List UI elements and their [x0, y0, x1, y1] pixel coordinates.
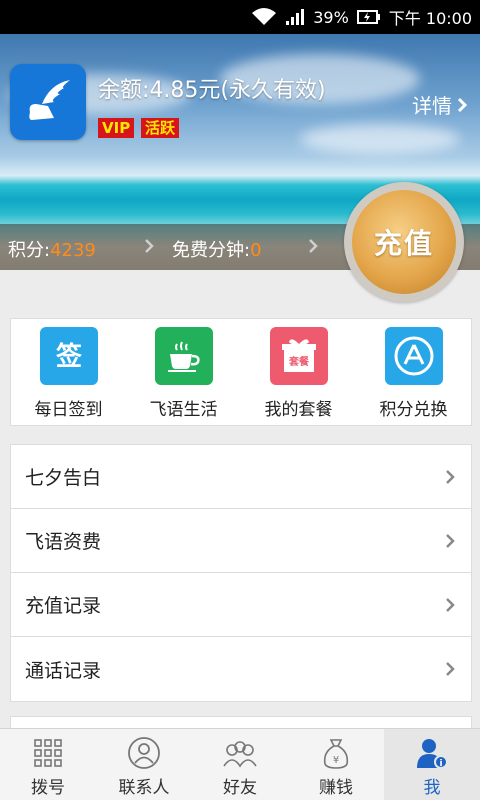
menu-list: 七夕告白 飞语资费 充值记录 通话记录: [10, 444, 472, 702]
profile-icon: i: [412, 735, 452, 771]
wifi-icon: [251, 7, 277, 27]
bottom-nav: 拨号 联系人 好友 ¥ 赚钱 i 我: [0, 728, 480, 800]
chevron-right-icon: [446, 662, 455, 676]
gift-package-icon: 套餐: [269, 327, 328, 385]
menu-item-label: 飞语资费: [25, 531, 102, 553]
app-store-icon: [384, 327, 443, 385]
quick-action-life[interactable]: 飞语生活: [126, 319, 241, 425]
menu-item-call-history[interactable]: 通话记录: [11, 637, 471, 701]
chevron-right-icon: [309, 239, 318, 253]
nav-label: 联系人: [118, 778, 170, 798]
details-link[interactable]: 详情: [412, 90, 468, 119]
nav-tab-friends[interactable]: 好友: [192, 729, 288, 800]
quick-action-label: 积分兑换: [379, 400, 448, 420]
points-stat[interactable]: 积分:4239: [8, 236, 96, 262]
svg-text:i: i: [439, 759, 442, 769]
menu-item-label: 充值记录: [25, 595, 102, 617]
quick-action-label: 我的套餐: [264, 400, 333, 420]
recharge-button[interactable]: 充值: [352, 190, 456, 294]
free-minutes-stat[interactable]: 免费分钟:0: [172, 236, 262, 262]
battery-text: 39%: [313, 7, 349, 27]
quick-action-label: 每日签到: [34, 400, 103, 420]
points-label: 积分:: [8, 240, 51, 261]
free-minutes-value: 0: [250, 240, 262, 261]
nav-label: 我: [423, 778, 441, 798]
menu-item-qixi[interactable]: 七夕告白: [11, 445, 471, 509]
friends-icon: [220, 735, 260, 771]
coffee-cup-icon: [154, 327, 213, 385]
battery-charging-icon: [356, 9, 381, 25]
menu-item-label: 通话记录: [25, 659, 102, 682]
status-bar: 39% 下午 10:00: [0, 0, 480, 34]
nav-tab-earn[interactable]: ¥ 赚钱: [288, 729, 384, 800]
free-minutes-label: 免费分钟:: [172, 240, 251, 261]
active-badge: 活跃: [141, 118, 180, 138]
nav-label: 赚钱: [319, 778, 353, 798]
quick-action-sign-in[interactable]: 签 每日签到: [11, 319, 126, 425]
nav-label: 好友: [223, 778, 257, 798]
contact-icon: [124, 735, 164, 771]
quick-action-points-exchange[interactable]: 积分兑换: [356, 319, 471, 425]
dialpad-icon: [28, 735, 68, 771]
nav-label: 拨号: [31, 778, 65, 798]
recharge-button-ring: 充值: [344, 182, 464, 302]
chevron-right-icon: [446, 597, 455, 612]
sign-in-icon: 签: [39, 327, 98, 385]
svg-text:¥: ¥: [333, 755, 339, 766]
svg-text:签: 签: [55, 341, 82, 372]
quick-action-package[interactable]: 套餐 我的套餐: [241, 319, 356, 425]
clock: 下午 10:00: [388, 9, 472, 28]
details-label: 详情: [412, 94, 452, 118]
nav-tab-me[interactable]: i 我: [384, 729, 480, 800]
nav-tab-contacts[interactable]: 联系人: [96, 729, 192, 800]
points-value: 4239: [50, 240, 96, 261]
signal-icon: [285, 8, 305, 26]
balance-text: 余额:4.85元(永久有效): [98, 78, 326, 103]
chevron-right-icon: [457, 97, 468, 112]
menu-item-recharge-history[interactable]: 充值记录: [11, 573, 471, 637]
svg-text:套餐: 套餐: [288, 355, 310, 368]
nav-tab-dial[interactable]: 拨号: [0, 729, 96, 800]
money-bag-icon: ¥: [316, 735, 356, 771]
winged-shoe-icon: [10, 64, 86, 140]
menu-item-label: 七夕告白: [25, 467, 102, 489]
quick-action-label: 飞语生活: [149, 400, 218, 420]
vip-badge: VIP: [98, 118, 135, 138]
chevron-right-icon: [446, 533, 455, 548]
menu-item-rates[interactable]: 飞语资费: [11, 509, 471, 573]
chevron-right-icon: [145, 239, 154, 253]
quick-actions: 签 每日签到 飞语生活 套餐 我的套餐 积分兑换: [10, 318, 472, 426]
chevron-right-icon: [446, 469, 455, 484]
